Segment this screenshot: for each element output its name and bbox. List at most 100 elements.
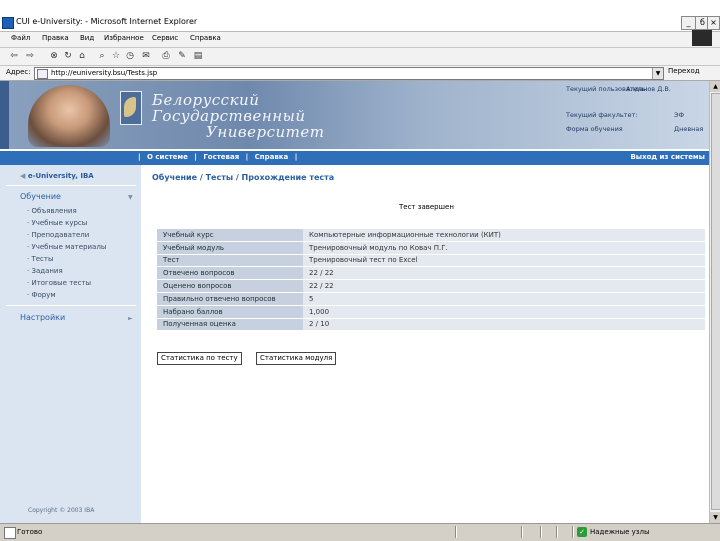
- status-pane: [572, 526, 574, 538]
- row-label: Отвечено вопросов: [157, 266, 303, 281]
- user-value: Алданов Д.В.: [626, 85, 671, 93]
- address-label: Адрес:: [6, 68, 31, 76]
- ie-app-icon: [2, 17, 14, 29]
- scroll-down-icon[interactable]: ▼: [710, 512, 720, 523]
- forward-arrow-icon[interactable]: ⇨: [24, 50, 36, 62]
- status-pane: [521, 526, 523, 538]
- address-bar: Адрес: http://euniversity.bsu/Tests.jsp …: [0, 66, 720, 81]
- university-emblem-icon: [120, 91, 142, 125]
- mail-icon[interactable]: ✉: [140, 50, 152, 62]
- divider: [6, 185, 136, 186]
- study-form-label: Форма обучения: [566, 125, 623, 133]
- stats-module-button[interactable]: Статистика модуля: [256, 352, 337, 365]
- sidebar-item-courses[interactable]: · Учебные курсы: [27, 219, 87, 227]
- table-row: Отвечено вопросов 22 / 22: [157, 266, 705, 281]
- sidebar-item-announcements[interactable]: · Объявления: [27, 207, 77, 215]
- eu-logo-text: e-University, IBA: [27, 172, 94, 180]
- sidebar: ◀ e-University, IBA Обучение ▼ · Объявле…: [0, 165, 141, 523]
- page-done-icon: [4, 527, 16, 539]
- table-row: Полученная оценка 2 / 10: [157, 318, 705, 332]
- study-form-value: Дневная: [674, 125, 704, 133]
- banner-photo: [28, 85, 110, 147]
- close-button[interactable]: ×: [707, 16, 720, 30]
- site-banner: Белорусский Государственный Университет …: [0, 81, 709, 149]
- status-bar: Готово ✓ Надежные узлы: [0, 523, 720, 541]
- row-value: 2 / 10: [303, 318, 705, 332]
- table-row: Оценено вопросов 22 / 22: [157, 279, 705, 293]
- sidebar-item-forum[interactable]: · Форум: [27, 291, 56, 299]
- sidebar-section-settings[interactable]: Настройки: [20, 313, 65, 322]
- row-label: Тест: [157, 254, 303, 268]
- test-status-message: Тест завершен: [399, 203, 454, 211]
- university-name-line3: Университет: [206, 123, 325, 141]
- sidebar-item-teachers[interactable]: · Преподаватели: [27, 231, 89, 239]
- search-icon[interactable]: ⌕: [96, 50, 108, 62]
- row-label: Правильно отвечено вопросов: [157, 292, 303, 306]
- menu-file[interactable]: Файл: [11, 34, 30, 42]
- trusted-zone-icon: ✓: [577, 527, 587, 537]
- row-value: Тренировочный модуль по Ковач П.Г.: [303, 241, 705, 255]
- security-zone: Надежные узлы: [590, 528, 650, 536]
- row-value: 22 / 22: [303, 266, 705, 281]
- window-title: CUI e-University: - Microsoft Internet E…: [16, 17, 198, 26]
- edit-icon[interactable]: ✎: [176, 50, 188, 62]
- refresh-icon[interactable]: ↻: [62, 50, 74, 62]
- sidebar-item-materials[interactable]: · Учебные материалы: [27, 243, 106, 251]
- windows-logo-icon: [692, 30, 712, 46]
- status-pane: [540, 526, 542, 538]
- scroll-up-icon[interactable]: ▲: [710, 81, 720, 92]
- menu-edit[interactable]: Правка: [42, 34, 69, 42]
- home-icon[interactable]: ⌂: [76, 50, 88, 62]
- eu-logo-icon: ◀: [20, 172, 26, 180]
- page-viewport: Белорусский Государственный Университет …: [0, 81, 709, 523]
- row-value: Компьютерные информационные технологии (…: [303, 229, 705, 242]
- sidebar-item-final-tests[interactable]: · Итоговые тесты: [27, 279, 91, 287]
- nav-guestbook[interactable]: Гостевая: [203, 153, 239, 161]
- logout-link[interactable]: Выход из системы: [630, 153, 705, 161]
- address-dropdown-icon[interactable]: ▼: [652, 68, 663, 79]
- vertical-scrollbar[interactable]: ▲ ▼: [709, 81, 720, 523]
- nav-separator: |: [194, 153, 197, 161]
- banner-left-strip: [0, 81, 9, 149]
- nav-about[interactable]: О системе: [147, 153, 188, 161]
- scroll-thumb[interactable]: [711, 93, 720, 510]
- back-arrow-icon[interactable]: ⇦: [8, 50, 20, 62]
- favorites-icon[interactable]: ☆: [110, 50, 122, 62]
- row-label: Оценено вопросов: [157, 279, 303, 293]
- nav-help[interactable]: Справка: [255, 153, 289, 161]
- divider: [6, 305, 136, 306]
- menu-help[interactable]: Справка: [190, 34, 221, 42]
- row-label: Учебный модуль: [157, 241, 303, 255]
- discuss-icon[interactable]: ▤: [192, 50, 204, 62]
- go-button[interactable]: Переход: [668, 67, 700, 75]
- minimize-button[interactable]: _: [681, 16, 696, 30]
- row-value: Тренировочный тест по Excel: [303, 254, 705, 268]
- sidebar-item-tests[interactable]: · Тесты: [27, 255, 54, 263]
- print-icon[interactable]: ⎙: [160, 50, 172, 62]
- page-icon: [37, 69, 48, 79]
- menu-view[interactable]: Вид: [80, 34, 94, 42]
- chevron-down-icon[interactable]: ▼: [128, 194, 133, 201]
- copyright: Copyright © 2003 IBA: [28, 507, 95, 514]
- table-row: Правильно отвечено вопросов 5: [157, 292, 705, 306]
- history-icon[interactable]: ◷: [124, 50, 136, 62]
- sidebar-section-learning[interactable]: Обучение: [20, 192, 61, 201]
- results-table: Учебный курс Компьютерные информационные …: [157, 229, 705, 332]
- table-row: Учебный курс Компьютерные информационные …: [157, 229, 705, 242]
- eu-logo: ◀ e-University, IBA: [20, 172, 94, 180]
- menu-favorites[interactable]: Избранное: [104, 34, 144, 42]
- row-value: 1,000: [303, 305, 705, 319]
- stop-icon[interactable]: ⊗: [48, 50, 60, 62]
- address-input[interactable]: http://euniversity.bsu/Tests.jsp ▼: [34, 67, 664, 80]
- nav-separator: |: [138, 153, 141, 161]
- address-url[interactable]: http://euniversity.bsu/Tests.jsp: [51, 69, 157, 77]
- row-label: Учебный курс: [157, 229, 303, 242]
- nav-bar: | О системе | Гостевая | Справка | Выход…: [0, 151, 709, 165]
- breadcrumb: Обучение / Тесты / Прохождение теста: [152, 173, 335, 182]
- row-label: Полученная оценка: [157, 318, 303, 332]
- sidebar-item-tasks[interactable]: · Задания: [27, 267, 63, 275]
- menu-tools[interactable]: Сервис: [152, 34, 178, 42]
- chevron-right-icon[interactable]: ►: [128, 315, 133, 322]
- window-titlebar[interactable]: CUI e-University: - Microsoft Internet E…: [0, 14, 720, 32]
- stats-test-button[interactable]: Статистика по тесту: [157, 352, 242, 365]
